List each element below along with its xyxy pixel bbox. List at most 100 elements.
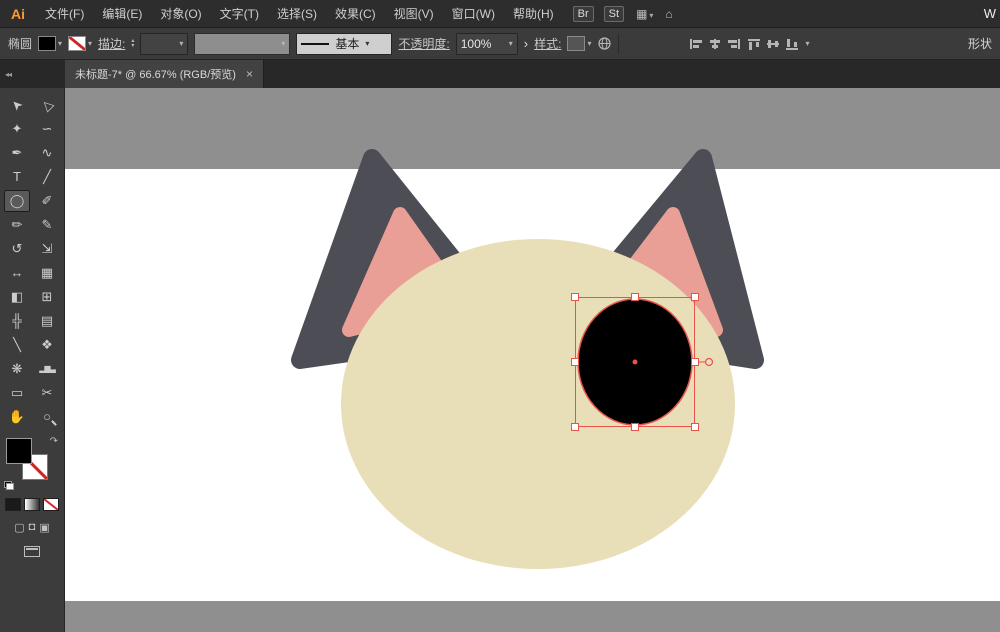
handle-middle-right[interactable]	[692, 359, 699, 366]
tools-grid: ➤ △ ✦ ∽ ✒ ∿ T ╱ ◯ ✐ ✏ ✎ ↺ ⇲ ↔ ▦ ◧ ⊞ ╬ ▤ …	[4, 94, 60, 428]
arrange-documents-icon[interactable]: ▦▾	[636, 7, 653, 21]
color-button[interactable]	[5, 498, 21, 511]
tool-symbol-sprayer[interactable]: ❋	[4, 358, 30, 380]
chevron-down-icon: ▾	[587, 39, 591, 48]
handle-top-left[interactable]	[572, 294, 579, 301]
align-options-dropdown-icon[interactable]: ▾	[805, 39, 809, 48]
brush-definition-dropdown[interactable]: 基本 ▾	[296, 33, 392, 55]
chevron-down-icon: ▾	[365, 39, 369, 48]
stroke-weight-combo[interactable]: ▾	[140, 33, 188, 55]
document-tab-title: 未标题-7* @ 66.67% (RGB/预览)	[75, 66, 236, 82]
graphic-style-dropdown[interactable]: ▾	[567, 36, 591, 51]
menu-view[interactable]: 视图(V)	[385, 5, 443, 22]
tool-width[interactable]: ↔	[4, 262, 30, 284]
tool-artboard[interactable]: ▭	[4, 382, 30, 404]
handle-bottom-center[interactable]	[632, 424, 639, 431]
tool-gradient[interactable]: ▤	[34, 310, 60, 332]
menu-select[interactable]: 选择(S)	[268, 5, 326, 22]
active-tool-label: 椭圆	[8, 35, 32, 52]
handle-bottom-right[interactable]	[692, 424, 699, 431]
opacity-combo[interactable]: 100% ▾	[456, 33, 518, 55]
align-right-icon[interactable]	[727, 38, 741, 50]
handle-top-center[interactable]	[632, 294, 639, 301]
tool-lasso[interactable]: ∽	[34, 118, 60, 140]
handle-bottom-left[interactable]	[572, 424, 579, 431]
tool-shaper[interactable]: ✎	[34, 214, 60, 236]
menu-effect[interactable]: 效果(C)	[326, 5, 385, 22]
opacity-panel-link[interactable]: 不透明度:	[398, 35, 449, 52]
draw-normal-icon[interactable]: ▢	[14, 521, 24, 534]
app-logo-icon[interactable]: Ai	[0, 6, 36, 22]
canvas-area[interactable]	[65, 88, 1000, 632]
tool-selection[interactable]: ➤	[0, 88, 34, 122]
panel-flyout-arrow-icon[interactable]: ›	[524, 36, 528, 51]
draw-behind-icon[interactable]: ◘	[29, 521, 36, 534]
swap-fill-stroke-icon[interactable]: ↷	[50, 436, 58, 447]
fill-color-dropdown[interactable]: ▾	[38, 36, 62, 51]
tool-mesh[interactable]: ╬	[4, 310, 30, 332]
tool-scale[interactable]: ⇲	[34, 238, 60, 260]
color-type-buttons	[5, 498, 59, 511]
tool-free-transform[interactable]: ▦	[34, 262, 60, 284]
stroke-weight-stepper[interactable]: ▴ ▾	[131, 39, 134, 49]
handle-top-right[interactable]	[692, 294, 699, 301]
tool-line-segment[interactable]: ╱	[34, 166, 60, 188]
brush-style-value: 基本	[335, 35, 359, 52]
document-setup-globe-icon[interactable]	[597, 36, 612, 51]
menu-edit[interactable]: 编辑(E)	[93, 5, 151, 22]
tool-shape-builder[interactable]: ◧	[4, 286, 30, 308]
workspace-switcher-icon[interactable]: ⌂	[665, 7, 672, 21]
none-button[interactable]	[43, 498, 59, 511]
tool-direct-selection[interactable]: △	[30, 88, 64, 122]
align-middle-icon[interactable]	[766, 38, 780, 50]
tool-hand[interactable]: ✋	[4, 406, 30, 428]
menu-object[interactable]: 对象(O)	[151, 5, 210, 22]
stroke-panel-link[interactable]: 描边:	[98, 35, 125, 52]
align-bottom-icon[interactable]	[785, 38, 799, 50]
stepper-down-icon[interactable]: ▾	[131, 44, 134, 49]
default-fill-stroke-icon[interactable]	[4, 481, 14, 490]
tool-paintbrush[interactable]: ✐	[34, 190, 60, 212]
style-panel-link[interactable]: 样式:	[534, 35, 561, 52]
tool-blend[interactable]: ❖	[34, 334, 60, 356]
draw-inside-icon[interactable]: ▣	[39, 521, 49, 534]
align-left-icon[interactable]	[689, 38, 703, 50]
menu-type[interactable]: 文字(T)	[211, 5, 268, 22]
tool-perspective-grid[interactable]: ⊞	[34, 286, 60, 308]
tool-zoom[interactable]: ○	[34, 406, 60, 428]
screen-mode-button[interactable]	[24, 546, 40, 557]
bridge-button[interactable]: Br	[573, 6, 594, 22]
control-bar: 椭圆 ▾ ▾ 描边: ▴ ▾ ▾ ▾ 基本 ▾ 不透明度: 100% ▾ › 样…	[0, 28, 1000, 60]
divider	[618, 34, 619, 54]
selection-center-point[interactable]	[633, 360, 638, 365]
tool-column-graph[interactable]: ▂▆▃	[34, 358, 60, 380]
canvas-scene	[65, 88, 1000, 632]
stroke-color-dropdown[interactable]: ▾	[68, 36, 92, 51]
align-center-icon[interactable]	[708, 38, 722, 50]
tool-type[interactable]: T	[4, 166, 30, 188]
width-profile-dropdown[interactable]: ▾	[194, 33, 290, 55]
drawing-mode-buttons: ▢ ◘ ▣	[14, 521, 49, 534]
tool-ellipse[interactable]: ◯	[4, 190, 30, 212]
stock-button[interactable]: St	[604, 6, 624, 22]
handle-middle-left[interactable]	[572, 359, 579, 366]
document-tab[interactable]: 未标题-7* @ 66.67% (RGB/预览) ×	[65, 60, 264, 88]
tool-slice[interactable]: ✂	[34, 382, 60, 404]
chevron-down-icon: ▾	[58, 39, 62, 48]
align-top-icon[interactable]	[747, 38, 761, 50]
shape-panel-label[interactable]: 形状	[968, 35, 992, 52]
menu-help[interactable]: 帮助(H)	[504, 5, 563, 22]
tool-pencil[interactable]: ✏	[4, 214, 30, 236]
workspace-label[interactable]: W	[984, 6, 996, 21]
fill-color-well[interactable]	[6, 438, 32, 464]
menu-bar: Ai 文件(F) 编辑(E) 对象(O) 文字(T) 选择(S) 效果(C) 视…	[0, 0, 1000, 28]
tool-eyedropper[interactable]: ╲	[4, 334, 30, 356]
menu-window[interactable]: 窗口(W)	[443, 5, 504, 22]
menu-file[interactable]: 文件(F)	[36, 5, 93, 22]
tool-rotate[interactable]: ↺	[4, 238, 30, 260]
toolbar-collapse-button[interactable]: ◂◂	[0, 60, 65, 88]
tool-pen[interactable]: ✒	[4, 142, 30, 164]
tab-close-icon[interactable]: ×	[246, 67, 253, 81]
gradient-button[interactable]	[24, 498, 40, 511]
tool-curvature[interactable]: ∿	[34, 142, 60, 164]
